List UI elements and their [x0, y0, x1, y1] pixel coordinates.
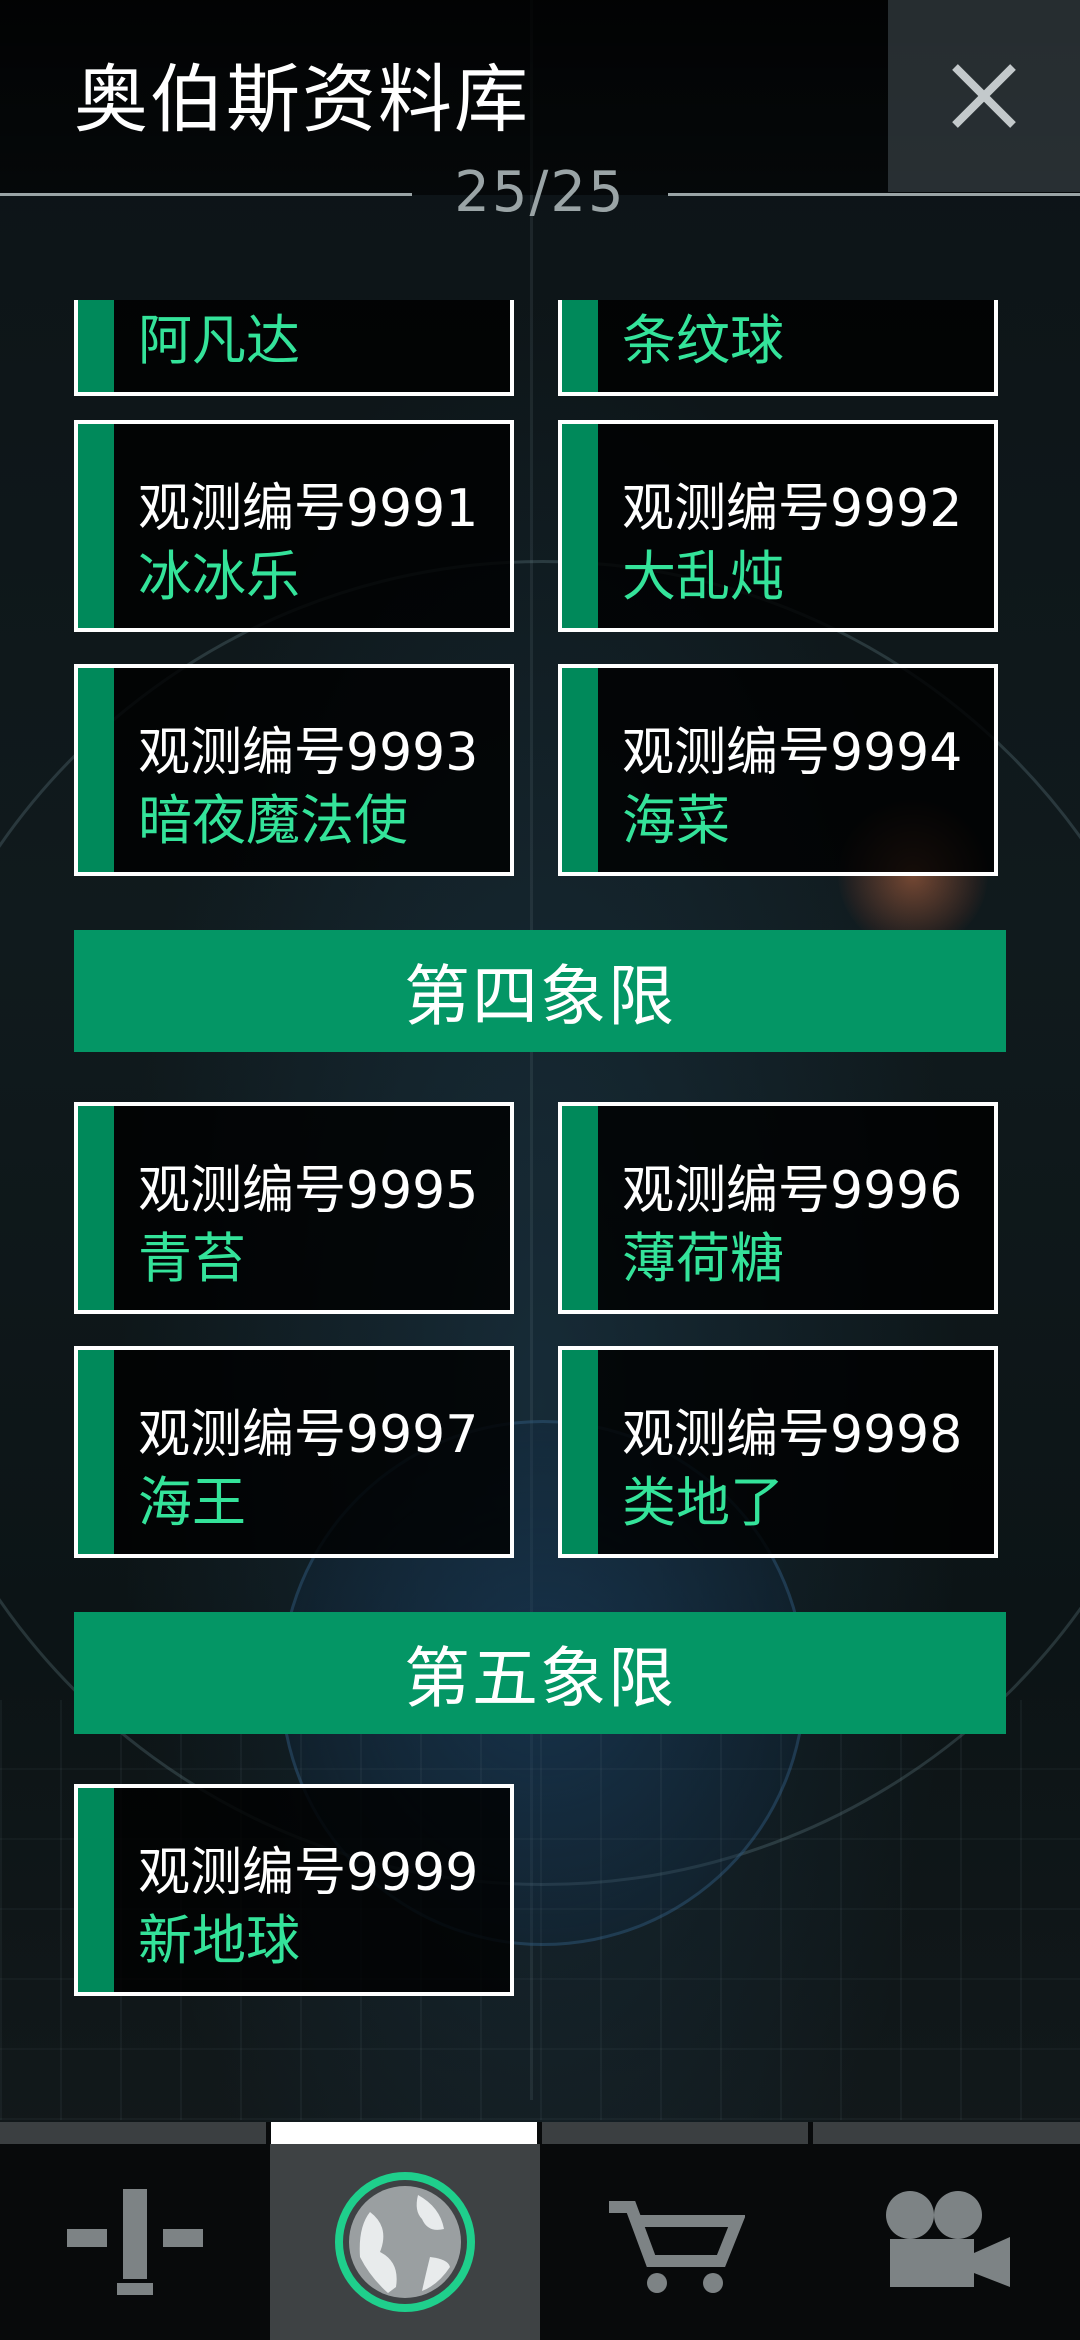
catalog-card-partial[interactable]: 条纹球: [558, 300, 998, 396]
cart-icon: [609, 2201, 745, 2293]
catalog-card[interactable]: 观测编号9993 暗夜魔法使: [74, 664, 514, 876]
card-name: 阿凡达: [138, 309, 300, 372]
close-icon: [952, 64, 1016, 128]
tab-tools[interactable]: [0, 2144, 270, 2340]
card-stripe: [78, 1350, 114, 1554]
card-stripe: [78, 668, 114, 872]
catalog-card[interactable]: 观测编号9991 冰冰乐: [74, 420, 514, 632]
card-name: 大乱炖: [622, 545, 784, 608]
card-number: 观测编号9991: [138, 479, 479, 539]
bottom-nav: [0, 2122, 1080, 2340]
card-number: 观测编号9997: [138, 1405, 479, 1465]
card-number: 观测编号9996: [622, 1161, 963, 1221]
card-name: 海王: [138, 1471, 246, 1534]
planet-icon: [335, 2172, 475, 2312]
catalog-card[interactable]: 观测编号9998 类地了: [558, 1346, 998, 1558]
catalog-card[interactable]: 观测编号9997 海王: [74, 1346, 514, 1558]
tab-indicator: [542, 2122, 808, 2144]
card-name: 条纹球: [622, 309, 784, 372]
card-number: 观测编号9993: [138, 723, 479, 783]
card-number: 观测编号9998: [622, 1405, 963, 1465]
card-name: 类地了: [622, 1471, 784, 1534]
catalog-card[interactable]: 观测编号9996 薄荷糖: [558, 1102, 998, 1314]
page-title: 奥伯斯资料库: [74, 57, 530, 143]
catalog-card[interactable]: 观测编号9999 新地球: [74, 1784, 514, 1996]
tab-indicator-active: [271, 2122, 537, 2144]
card-stripe: [562, 424, 598, 628]
card-number: 观测编号9994: [622, 723, 963, 783]
section-header-quadrant-5: 第五象限: [74, 1612, 1006, 1734]
tab-indicator: [813, 2122, 1080, 2144]
card-number: 观测编号9992: [622, 479, 963, 539]
card-stripe: [562, 300, 598, 392]
catalog-list[interactable]: 阿凡达 条纹球 观测编号9991 冰冰乐 观测编号9992 大乱炖 观测编号99…: [0, 300, 1080, 2100]
card-number: 观测编号9995: [138, 1161, 479, 1221]
card-name: 薄荷糖: [622, 1227, 784, 1290]
card-number: 观测编号9999: [138, 1843, 479, 1903]
close-button[interactable]: [888, 0, 1080, 192]
card-stripe: [78, 424, 114, 628]
tab-indicator: [0, 2122, 266, 2144]
card-name: 海菜: [622, 789, 730, 852]
card-stripe: [562, 1350, 598, 1554]
section-header-quadrant-4: 第四象限: [74, 930, 1006, 1052]
tab-shop[interactable]: [540, 2144, 810, 2340]
card-stripe: [78, 1788, 114, 1992]
card-stripe: [78, 1106, 114, 1310]
header-divider-left: [0, 193, 412, 196]
catalog-card[interactable]: 观测编号9992 大乱炖: [558, 420, 998, 632]
card-stripe: [562, 668, 598, 872]
card-stripe: [562, 1106, 598, 1310]
header-divider-right: [668, 193, 1080, 196]
tools-icon: [67, 2189, 203, 2295]
video-camera-icon: [886, 2191, 1010, 2287]
card-name: 新地球: [138, 1909, 300, 1972]
card-name: 暗夜魔法使: [138, 789, 408, 852]
tab-planet[interactable]: [270, 2144, 540, 2340]
card-name: 冰冰乐: [138, 545, 300, 608]
card-name: 青苔: [138, 1227, 246, 1290]
page-counter: 25/25: [454, 160, 626, 225]
catalog-card-partial[interactable]: 阿凡达: [74, 300, 514, 396]
tab-video[interactable]: [810, 2144, 1080, 2340]
catalog-card[interactable]: 观测编号9994 海菜: [558, 664, 998, 876]
card-stripe: [78, 300, 114, 392]
catalog-card[interactable]: 观测编号9995 青苔: [74, 1102, 514, 1314]
